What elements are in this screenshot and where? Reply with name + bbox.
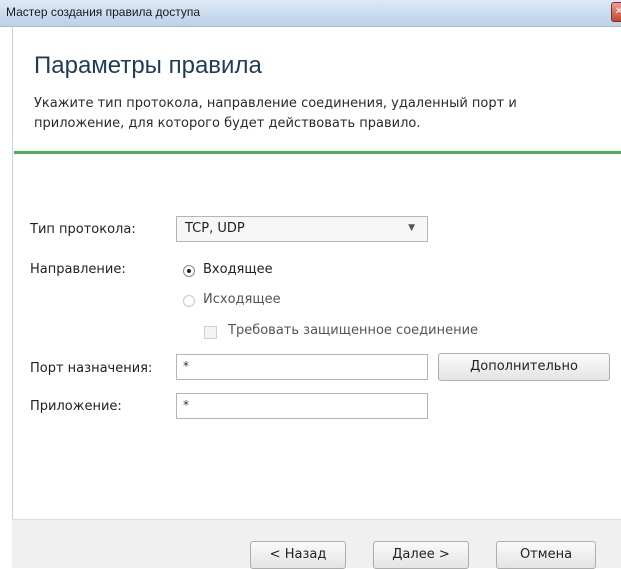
back-button[interactable]: < Назад xyxy=(250,541,346,569)
radio-incoming-label[interactable]: Входящее xyxy=(203,262,273,277)
radio-outgoing-label[interactable]: Исходящее xyxy=(203,292,281,307)
application-input[interactable]: * xyxy=(176,393,428,419)
secure-connection-checkbox[interactable] xyxy=(204,326,217,339)
title-bar: Мастер создания правила доступа ✕ xyxy=(0,0,621,27)
window-border xyxy=(12,26,13,567)
cancel-button[interactable]: Отмена xyxy=(496,541,596,569)
page-subtitle: Укажите тип протокола, направление соеди… xyxy=(34,96,517,131)
next-button[interactable]: Далее > xyxy=(373,541,469,569)
protocol-select[interactable]: TCP, UDP ▼ xyxy=(176,216,428,242)
port-input[interactable]: * xyxy=(176,354,428,380)
header-divider xyxy=(14,151,621,154)
page-title: Параметры правила xyxy=(34,52,262,79)
advanced-button[interactable]: Дополнительно xyxy=(438,353,610,381)
wizard-window: Мастер создания правила доступа ✕ Параме… xyxy=(0,0,621,569)
chevron-down-icon: ▼ xyxy=(408,223,415,233)
radio-outgoing[interactable] xyxy=(183,295,195,307)
window-title: Мастер создания правила доступа xyxy=(6,5,201,19)
close-button[interactable]: ✕ xyxy=(611,2,621,22)
radio-incoming[interactable] xyxy=(183,265,195,277)
footer-bar: < Назад Далее > Отмена xyxy=(12,519,621,569)
direction-label: Направление: xyxy=(30,262,126,277)
port-input-value: * xyxy=(183,359,189,373)
port-label: Порт назначения: xyxy=(30,361,153,376)
application-label: Приложение: xyxy=(30,399,122,414)
protocol-select-value: TCP, UDP xyxy=(185,221,245,236)
protocol-label: Тип протокола: xyxy=(30,222,136,237)
application-input-value: * xyxy=(183,398,189,412)
secure-connection-label[interactable]: Требовать защищенное соединение xyxy=(228,323,478,338)
